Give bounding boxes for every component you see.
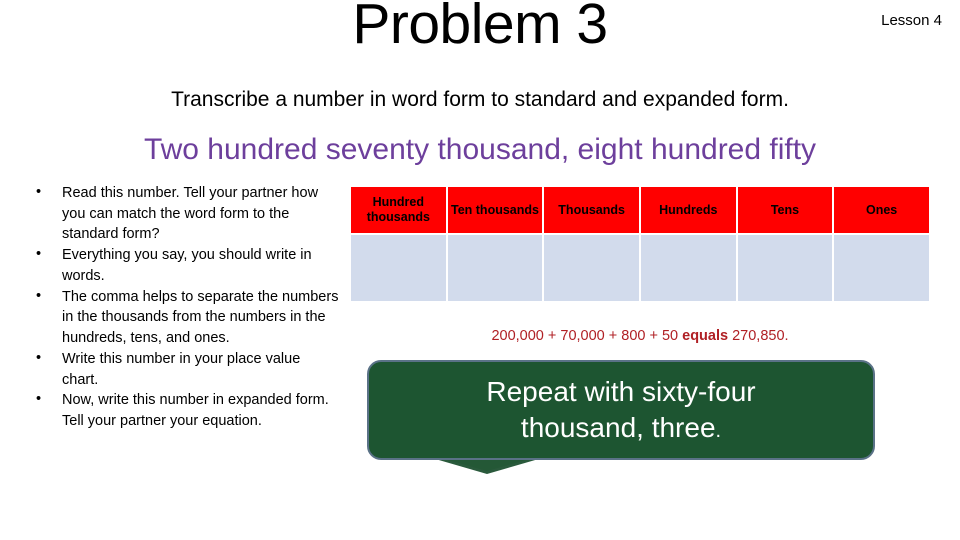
table-cell-hundreds[interactable] xyxy=(640,235,736,301)
list-item: • Write this number in your place value … xyxy=(28,349,340,390)
bullet-icon: • xyxy=(36,184,42,200)
callout-box: Repeat with sixty-four thousand, three. xyxy=(367,360,875,460)
callout-line-2-period: . xyxy=(715,420,722,442)
list-item-text: Read this number. Tell your partner how … xyxy=(62,185,319,243)
list-item-text: Everything you say, you should write in … xyxy=(62,247,312,284)
number-word-form: Two hundred seventy thousand, eight hund… xyxy=(143,133,817,166)
callout-line-2: thousand, three xyxy=(520,412,716,443)
column-header-tens: Tens xyxy=(737,187,833,233)
list-item: • Read this number. Tell your partner ho… xyxy=(28,183,340,245)
list-item: • The comma helps to separate the number… xyxy=(28,287,340,349)
bullet-icon: • xyxy=(36,391,42,408)
repeat-callout: Repeat with sixty-four thousand, three. xyxy=(367,360,875,474)
column-header-hundred-thousands: Hundred thousands xyxy=(351,187,446,233)
column-header-hundreds: Hundreds xyxy=(640,187,736,233)
callout-tail xyxy=(425,458,549,474)
list-item-text: The comma helps to separate the numbers … xyxy=(62,288,339,347)
lesson-label: Lesson 4 xyxy=(881,12,942,29)
table-row xyxy=(351,235,929,301)
table-cell-tens[interactable] xyxy=(737,235,833,301)
equation-lead: 200,000 + 70,000 + 800 + 50 xyxy=(491,328,683,344)
equation-operator-word: equals xyxy=(682,328,729,344)
equation-trail: 270,850. xyxy=(728,328,789,344)
column-header-ten-thousands: Ten thousands xyxy=(447,187,543,233)
bullet-icon: • xyxy=(36,246,42,263)
expanded-form-equation: 200,000 + 70,000 + 800 + 50 equals 270,8… xyxy=(349,328,931,344)
list-item-text: Now, write this number in expanded form.… xyxy=(62,392,329,430)
place-value-chart: Hundred thousands Ten thousands Thousand… xyxy=(349,185,931,303)
page-title: Problem 3 xyxy=(352,0,608,56)
bullet-icon: • xyxy=(36,287,42,304)
bullet-icon: • xyxy=(36,349,42,366)
column-header-thousands: Thousands xyxy=(544,187,639,233)
list-item: • Everything you say, you should write i… xyxy=(28,245,340,286)
list-item: • Now, write this number in expanded for… xyxy=(28,390,340,431)
callout-line-1: Repeat with sixty-four xyxy=(486,376,756,408)
table-cell-hundred-thousands[interactable] xyxy=(351,235,446,301)
table-cell-thousands[interactable] xyxy=(544,235,639,301)
table-cell-ten-thousands[interactable] xyxy=(447,235,543,301)
table-cell-ones[interactable] xyxy=(834,235,929,301)
list-item-text: Write this number in your place value ch… xyxy=(62,350,301,388)
table-header-row: Hundred thousands Ten thousands Thousand… xyxy=(351,187,929,233)
column-header-ones: Ones xyxy=(834,187,929,233)
slide-subtitle: Transcribe a number in word form to stan… xyxy=(171,88,789,111)
instruction-list: • Read this number. Tell your partner ho… xyxy=(28,183,340,432)
callout-text: Repeat with sixty-four thousand, three. xyxy=(460,374,781,446)
